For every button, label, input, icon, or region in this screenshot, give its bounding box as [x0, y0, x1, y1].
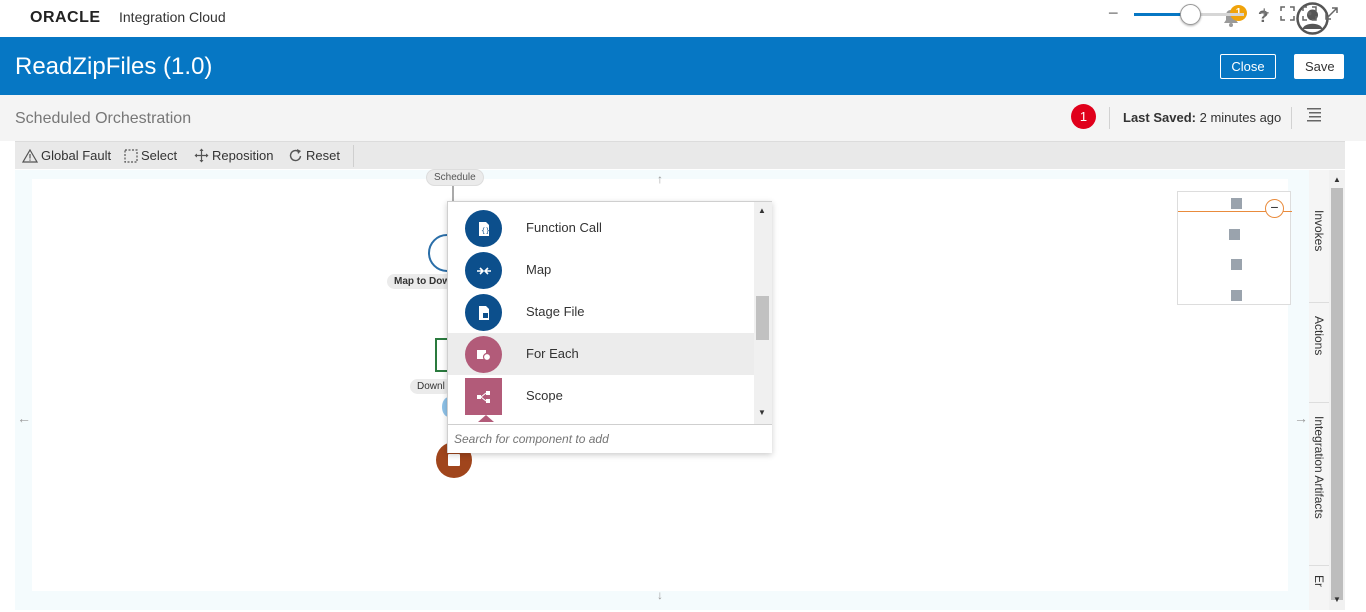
right-side-rail: Invokes Actions Integration Artifacts Er [1309, 170, 1329, 610]
map-icon [465, 252, 502, 289]
minimap-node [1231, 290, 1242, 301]
pan-left-icon[interactable]: ← [17, 410, 31, 426]
component-palette-popup: {} Function Call Map Stage File For Each [447, 201, 772, 453]
palette-item-function-call[interactable]: {} Function Call [448, 207, 754, 249]
integration-header: ReadZipFiles (1.0) Close Save [0, 37, 1366, 95]
zoom-to-selection-icon[interactable] [1302, 6, 1317, 21]
reset-button[interactable]: Reset [288, 148, 340, 163]
oracle-logo: ORACLE [30, 9, 101, 26]
subheader: Scheduled Orchestration 1 Last Saved: 2 … [0, 95, 1366, 141]
palette-item-label: For Each [526, 346, 579, 361]
scroll-up-icon[interactable]: ▲ [1333, 175, 1341, 184]
divider [1109, 107, 1110, 129]
global-fault-button[interactable]: Global Fault [22, 148, 111, 163]
palette-item-map[interactable]: Map [448, 249, 754, 291]
reposition-button[interactable]: Reposition [194, 148, 273, 163]
pan-right-icon[interactable]: → [1294, 410, 1308, 426]
scope-icon [465, 378, 502, 415]
tab-actions[interactable]: Actions [1312, 316, 1326, 355]
last-saved-label: Last Saved: [1123, 110, 1196, 125]
palette-item-label: Scope [526, 388, 563, 403]
select-icon [124, 148, 138, 163]
palette-item-label: Function Call [526, 220, 602, 235]
toolbar-divider [353, 145, 354, 167]
minimap-node [1229, 229, 1240, 240]
scroll-down-icon[interactable]: ▼ [1333, 595, 1341, 604]
integration-title: ReadZipFiles (1.0) [15, 53, 213, 80]
rail-divider [1309, 402, 1329, 403]
close-button[interactable]: Close [1220, 54, 1276, 79]
scroll-down-icon[interactable]: ▼ [758, 408, 766, 417]
palette-scrollbar[interactable]: ▲ ▼ [754, 202, 772, 424]
reposition-label: Reposition [212, 148, 274, 163]
canvas-minimap[interactable]: − [1177, 191, 1292, 305]
palette-item-for-each[interactable]: For Each [448, 333, 754, 375]
hamburger-menu-icon[interactable] [1306, 107, 1322, 123]
divider [1291, 107, 1292, 129]
component-search-input[interactable] [448, 424, 772, 453]
schedule-node-label[interactable]: Schedule [426, 169, 484, 186]
palette-item-scope[interactable]: Scope [448, 375, 754, 417]
move-icon [194, 148, 209, 163]
tab-invokes[interactable]: Invokes [1312, 210, 1326, 251]
minimap-node [1231, 198, 1242, 209]
tab-errors[interactable]: Er [1312, 575, 1326, 587]
reset-icon [289, 149, 302, 162]
error-count-badge[interactable]: 1 [1071, 104, 1096, 129]
scroll-thumb[interactable] [1331, 188, 1343, 600]
warning-icon [22, 148, 38, 163]
canvas-vertical-scrollbar[interactable]: ▲ ▼ [1329, 170, 1345, 610]
rail-divider [1309, 565, 1329, 566]
integration-type-label: Scheduled Orchestration [15, 110, 192, 127]
brand-bar: ORACLE Integration Cloud 1 ? [0, 0, 1366, 37]
save-button[interactable]: Save [1294, 54, 1344, 79]
select-button[interactable]: Select [124, 148, 177, 163]
product-name: Integration Cloud [119, 9, 226, 25]
for-each-icon [465, 336, 502, 373]
minimap-collapse-icon[interactable]: − [1265, 199, 1284, 218]
popup-pointer [478, 415, 494, 422]
scroll-thumb[interactable] [756, 296, 769, 340]
palette-item-stage-file[interactable]: Stage File [448, 291, 754, 333]
palette-item-label: Stage File [526, 304, 585, 319]
zoom-slider-handle[interactable] [1180, 4, 1201, 25]
reset-label: Reset [306, 148, 340, 163]
component-list: {} Function Call Map Stage File For Each [448, 202, 754, 424]
pan-up-icon[interactable]: ↑ [657, 172, 663, 186]
stage-file-icon [465, 294, 502, 331]
last-saved-value: 2 minutes ago [1199, 110, 1282, 125]
zoom-in-icon[interactable]: + [1259, 3, 1270, 24]
rail-divider [1309, 302, 1329, 303]
minimap-node [1231, 259, 1242, 270]
select-label: Select [141, 148, 178, 163]
function-call-icon: {} [465, 210, 502, 247]
canvas-toolbar: Global Fault Select Reposition Reset [15, 141, 1345, 169]
expand-icon[interactable] [1324, 6, 1339, 21]
tab-integration-artifacts[interactable]: Integration Artifacts [1312, 416, 1326, 519]
global-fault-label: Global Fault [41, 148, 112, 163]
fit-to-screen-icon[interactable] [1280, 6, 1295, 21]
last-saved-status: Last Saved: 2 minutes ago [1123, 110, 1281, 125]
palette-item-label: Map [526, 262, 552, 277]
zoom-out-icon[interactable]: − [1108, 3, 1119, 24]
download-node-label[interactable]: Downl [410, 379, 452, 394]
pan-down-icon[interactable]: ↓ [657, 588, 663, 602]
svg-text:{}: {} [481, 227, 490, 235]
scroll-up-icon[interactable]: ▲ [758, 206, 766, 215]
